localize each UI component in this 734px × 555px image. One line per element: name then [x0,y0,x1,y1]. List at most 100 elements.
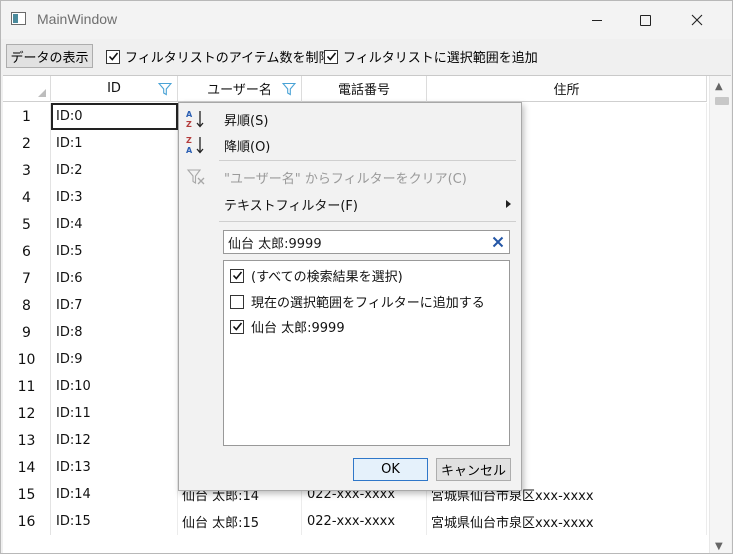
row-number[interactable]: 14 [3,454,51,481]
svg-text:A: A [186,146,193,155]
text-filter-item[interactable]: テキストフィルター(F) [179,192,521,216]
corner-triangle-icon [38,89,46,97]
row-number[interactable]: 11 [3,373,51,400]
row-number[interactable]: 10 [3,346,51,373]
scroll-down-icon[interactable]: ▼ [715,541,723,552]
scroll-up-icon[interactable]: ▲ [715,81,723,92]
checkmark-icon [108,52,118,61]
cell-id[interactable]: ID:4 [51,211,178,238]
text-filter-label: テキストフィルター(F) [224,198,358,214]
cancel-button[interactable]: キャンセル [436,458,511,481]
show-data-button[interactable]: データの表示 [6,44,93,68]
row-number[interactable]: 8 [3,292,51,319]
close-icon [492,236,504,248]
filter-value-list[interactable]: (すべての検索結果を選択) 現在の選択範囲をフィルターに追加する 仙台 太郎:9… [223,260,510,446]
sort-ascending-icon: A Z [186,110,204,129]
row-number[interactable]: 16 [3,508,51,535]
filter-list-item-label: 現在の選択範囲をフィルターに追加する [251,296,485,311]
svg-text:Z: Z [186,120,192,129]
filter-icon[interactable] [158,82,172,96]
select-all-corner[interactable] [3,76,51,102]
cell-id[interactable]: ID:15 [51,508,178,535]
cell-id[interactable]: ID:7 [51,292,178,319]
cell-id[interactable]: ID:6 [51,265,178,292]
cell-id[interactable]: ID:5 [51,238,178,265]
cell-id[interactable]: ID:8 [51,319,178,346]
window-title: MainWindow [37,11,118,27]
row-number[interactable]: 15 [3,481,51,508]
checkmark-icon [326,52,336,61]
submenu-arrow-icon [506,200,511,208]
cell-id[interactable]: ID:12 [51,427,178,454]
cell-id[interactable]: ID:14 [51,481,178,508]
sort-descending-item[interactable]: Z A 降順(O) [179,133,521,157]
cell-id[interactable]: ID:13 [51,454,178,481]
minimize-button[interactable] [574,1,620,39]
menu-separator [219,221,516,222]
sort-descending-label: 降順(O) [224,139,271,155]
column-header-id[interactable]: ID [51,76,178,102]
cell-user[interactable]: 仙台 太郎:15 [178,508,302,535]
clear-filter-label: "ユーザー名" からフィルターをクリア(C) [224,171,467,187]
row-number[interactable]: 7 [3,265,51,292]
column-header-address[interactable]: 住所 [427,76,707,102]
filter-list-item[interactable]: 現在の選択範囲をフィルターに追加する [230,292,485,311]
cell-id[interactable]: ID:2 [51,157,178,184]
clear-filter-item[interactable]: "ユーザー名" からフィルターをクリア(C) [179,165,521,189]
close-button[interactable] [674,1,720,39]
close-icon [691,14,703,26]
filter-list-item[interactable]: 仙台 太郎:9999 [230,317,345,336]
add-selection-label: フィルタリストに選択範囲を追加 [343,51,538,66]
cell-id[interactable]: ID:10 [51,373,178,400]
row-number[interactable]: 6 [3,238,51,265]
svg-text:A: A [186,110,193,119]
row-number[interactable]: 5 [3,211,51,238]
row-number[interactable]: 2 [3,130,51,157]
cell-phone[interactable]: 022-xxx-xxxx [302,508,427,535]
cell-address[interactable]: 宮城県仙台市泉区xxx-xxxx [427,508,707,535]
filter-list-item-label: (すべての検索結果を選択) [251,270,403,285]
checkbox-box[interactable] [230,319,244,334]
add-selection-checkbox[interactable]: フィルタリストに選択範囲を追加 [324,47,538,66]
checkbox-box[interactable] [106,49,120,64]
row-number[interactable]: 4 [3,184,51,211]
sort-ascending-label: 昇順(S) [224,113,269,129]
filter-icon[interactable] [282,82,296,96]
row-number[interactable]: 12 [3,400,51,427]
checkmark-icon [232,271,242,280]
checkbox-box[interactable] [230,294,244,309]
row-number[interactable]: 1 [3,103,51,130]
cell-id[interactable]: ID:11 [51,400,178,427]
vertical-scrollbar[interactable]: ▲ ▼ [709,76,731,553]
column-header-label: 電話番号 [337,83,390,98]
filter-search-input[interactable]: 仙台 太郎:9999 [223,230,510,254]
cell-id[interactable]: ID:1 [51,130,178,157]
sort-descending-icon: Z A [186,136,204,155]
clear-search-button[interactable] [488,232,508,252]
row-number[interactable]: 3 [3,157,51,184]
cell-id[interactable]: ID:3 [51,184,178,211]
filter-search-value: 仙台 太郎:9999 [228,236,322,252]
clear-filter-icon [186,169,205,185]
limit-items-checkbox[interactable]: フィルタリストのアイテム数を制限 [106,47,331,66]
minimize-icon [592,19,602,21]
cell-id[interactable]: ID:9 [51,346,178,373]
sort-ascending-item[interactable]: A Z 昇順(S) [179,107,521,131]
checkmark-icon [232,322,242,331]
scroll-thumb[interactable] [715,97,729,105]
filter-list-item[interactable]: (すべての検索結果を選択) [230,266,403,285]
app-icon [11,12,26,25]
row-number[interactable]: 9 [3,319,51,346]
limit-items-label: フィルタリストのアイテム数を制限 [125,51,332,66]
maximize-button[interactable] [622,1,668,39]
ok-button[interactable]: OK [353,458,428,481]
maximize-icon [639,14,651,26]
filter-popup: A Z 昇順(S) Z A 降順(O) "ユーザー名" からフィルターをクリア(… [178,102,522,491]
column-header-label: 住所 [553,83,580,98]
column-header-user[interactable]: ユーザー名 [178,76,302,102]
column-header-phone[interactable]: 電話番号 [302,76,427,102]
checkbox-box[interactable] [230,268,244,283]
row-number[interactable]: 13 [3,427,51,454]
cell-id[interactable]: ID:0 [51,103,178,130]
checkbox-box[interactable] [324,49,338,64]
